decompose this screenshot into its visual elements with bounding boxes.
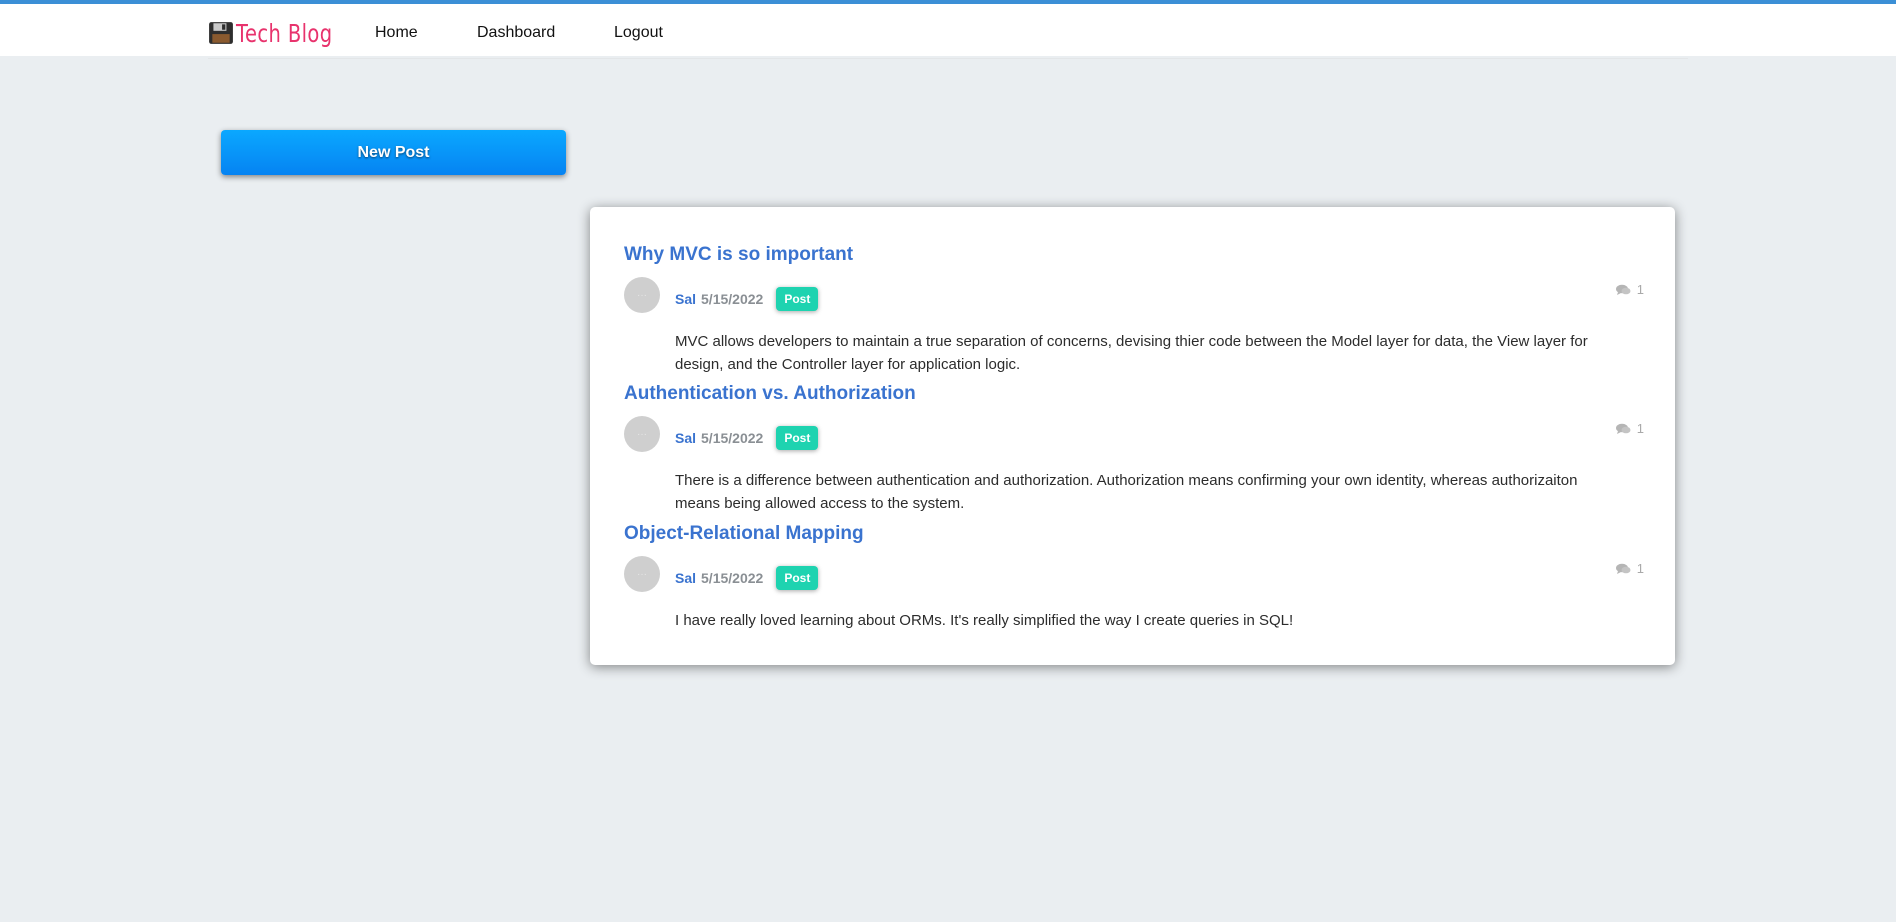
post-body: MVC allows developers to maintain a true… xyxy=(675,333,1588,373)
comment-count[interactable]: 1 xyxy=(1615,421,1644,436)
comments-icon xyxy=(1615,284,1631,295)
comment-count-value: 1 xyxy=(1636,561,1644,576)
post-badge: Post xyxy=(776,287,819,311)
nav-link-home[interactable]: Home xyxy=(375,24,418,42)
nav-link-logout[interactable]: Logout xyxy=(614,24,663,42)
post-title[interactable]: Why MVC is so important xyxy=(624,244,853,266)
new-post-button[interactable]: New Post xyxy=(221,130,566,175)
post-author[interactable]: Sal xyxy=(675,430,696,446)
post-body: I have really loved learning about ORMs.… xyxy=(675,612,1294,629)
post-body: There is a difference between authentica… xyxy=(675,472,1578,512)
brand-title: Tech Blog xyxy=(236,18,333,48)
post-meta: Sal 5/15/2022 Post xyxy=(675,426,819,450)
post-badge: Post xyxy=(776,426,819,450)
post-title[interactable]: Authentication vs. Authorization xyxy=(624,383,916,405)
post-meta: Sal 5/15/2022 Post xyxy=(675,566,819,590)
comments-icon xyxy=(1615,423,1631,434)
avatar[interactable]: ··· xyxy=(624,416,660,452)
post-author[interactable]: Sal xyxy=(675,570,696,586)
top-navbar: Tech Blog Home Dashboard Logout xyxy=(0,0,1896,59)
avatar[interactable]: ··· xyxy=(624,556,660,592)
post-date: 5/15/2022 xyxy=(701,430,764,446)
post-date: 5/15/2022 xyxy=(701,291,764,307)
post-meta: Sal 5/15/2022 Post xyxy=(675,287,819,311)
header-divider xyxy=(208,58,1688,59)
post-title[interactable]: Object-Relational Mapping xyxy=(624,523,864,545)
comment-count[interactable]: 1 xyxy=(1615,561,1644,576)
comment-count[interactable]: 1 xyxy=(1615,282,1644,297)
comment-count-value: 1 xyxy=(1636,421,1644,436)
nav-link-dashboard[interactable]: Dashboard xyxy=(477,24,555,42)
posts-card: Why MVC is so important ··· Sal 5/15/202… xyxy=(590,207,1675,665)
post-badge: Post xyxy=(776,566,819,590)
avatar[interactable]: ··· xyxy=(624,277,660,313)
brand-logo[interactable]: Tech Blog xyxy=(208,16,360,50)
comment-count-value: 1 xyxy=(1636,282,1644,297)
comments-icon xyxy=(1615,563,1631,574)
post-author[interactable]: Sal xyxy=(675,291,696,307)
post-date: 5/15/2022 xyxy=(701,570,764,586)
floppy-disk-icon xyxy=(209,22,233,44)
